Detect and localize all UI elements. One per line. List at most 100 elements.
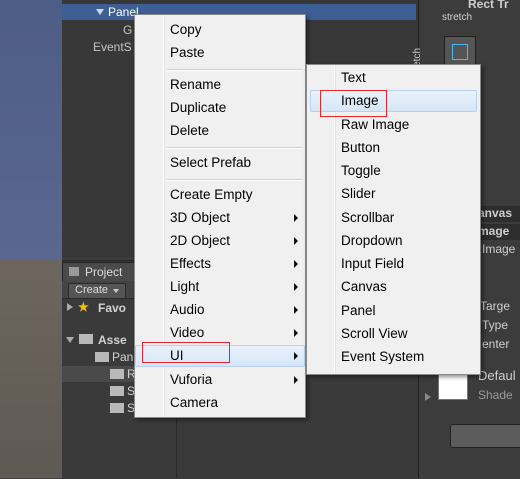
menu-item-label: Select Prefab	[170, 155, 252, 170]
annotation-box-ui	[142, 342, 230, 363]
submenu-item-label: Slider	[341, 186, 376, 201]
source-image-label: Image	[482, 242, 516, 256]
menu-item-delete[interactable]: Delete	[135, 120, 305, 142]
submenu-arrow-icon	[294, 237, 298, 245]
menu-item-label: Create Empty	[170, 187, 253, 202]
submenu-arrow-icon	[294, 260, 298, 268]
submenu-arrow-icon	[294, 306, 298, 314]
tab-project[interactable]: Project	[62, 262, 136, 281]
menu-item-vuforia[interactable]: Vuforia	[135, 369, 305, 391]
menu-item-label: Delete	[170, 123, 210, 138]
submenu-item-panel[interactable]: Panel	[307, 300, 480, 322]
scene-ground	[0, 260, 62, 478]
image-component-label: mage	[478, 224, 510, 238]
submenu-arrow-icon	[294, 214, 298, 222]
submenu-item-button[interactable]: Button	[307, 137, 480, 159]
submenu-item-scrollbar[interactable]: Scrollbar	[307, 207, 480, 229]
tab-project-label: Project	[85, 265, 123, 279]
image-type-label: Type	[482, 318, 509, 332]
fill-center-label: enter	[482, 337, 510, 351]
folder-icon	[110, 403, 124, 413]
submenu-arrow-icon	[294, 329, 298, 337]
hierarchy-item[interactable]: EventS	[93, 40, 132, 54]
menu-item-label: 2D Object	[170, 233, 231, 248]
submenu-item-slider[interactable]: Slider	[307, 183, 480, 205]
menu-item-rename[interactable]: Rename	[135, 74, 305, 96]
submenu-item-label: Event System	[341, 349, 425, 364]
menu-item-3d-object[interactable]: 3D Object	[135, 207, 305, 229]
anchor-icon	[452, 44, 468, 60]
material-name-label: Defaul	[478, 368, 516, 383]
menu-item-light[interactable]: Light	[135, 276, 305, 298]
folder-icon	[110, 386, 124, 396]
canvas-component-label: anvas	[478, 206, 513, 220]
menu-item-label: Camera	[170, 395, 219, 410]
shader-label: Shade	[478, 388, 513, 402]
submenu-item-dropdown[interactable]: Dropdown	[307, 230, 480, 252]
submenu-item-label: Input Field	[341, 256, 405, 271]
menu-separator	[167, 69, 303, 71]
scene-view[interactable]	[0, 0, 62, 478]
submenu-item-canvas[interactable]: Canvas	[307, 276, 480, 298]
material-preview[interactable]	[438, 372, 468, 400]
submenu-item-label: Scrollbar	[341, 210, 395, 225]
menu-item-camera[interactable]: Camera	[135, 392, 305, 414]
submenu-item-label: Text	[341, 70, 366, 85]
menu-item-label: Video	[170, 325, 205, 340]
submenu-arrow-icon	[294, 352, 298, 360]
menu-item-video[interactable]: Video	[135, 322, 305, 344]
menu-item-paste[interactable]: Paste	[135, 42, 305, 64]
menu-item-label: Effects	[170, 256, 212, 271]
submenu-item-label: Dropdown	[341, 233, 403, 248]
menu-item-label: Rename	[170, 77, 222, 92]
submenu-item-raw-image[interactable]: Raw Image	[307, 114, 480, 136]
submenu-arrow-icon	[294, 283, 298, 291]
submenu-item-label: Scroll View	[341, 326, 408, 341]
expand-arrow-icon[interactable]	[66, 337, 74, 343]
menu-item-2d-object[interactable]: 2D Object	[135, 230, 305, 252]
menu-item-copy[interactable]: Copy	[135, 19, 305, 41]
rect-transform-header[interactable]: Rect Tr	[468, 0, 509, 11]
menu-item-duplicate[interactable]: Duplicate	[135, 97, 305, 119]
menu-separator	[167, 179, 303, 181]
menu-item-label: Copy	[170, 22, 202, 37]
submenu-item-text[interactable]: Text	[307, 67, 480, 89]
create-dropdown-button[interactable]: Create	[68, 283, 126, 299]
folder-icon	[95, 352, 109, 362]
folder-icon	[79, 334, 93, 344]
menu-item-label: 3D Object	[170, 210, 231, 225]
submenu-item-label: Toggle	[341, 163, 381, 178]
scene-sky	[0, 0, 62, 260]
anchor-preset-label: stretch	[442, 12, 473, 23]
favorites-label[interactable]: Favo	[98, 301, 126, 315]
submenu-item-label: Button	[341, 140, 381, 155]
expand-arrow-icon[interactable]	[425, 393, 431, 401]
submenu-item-label: Panel	[341, 303, 376, 318]
menu-item-label: Vuforia	[170, 372, 213, 387]
folder-label[interactable]: Pan	[112, 350, 133, 364]
chevron-down-icon	[113, 289, 119, 293]
submenu-item-toggle[interactable]: Toggle	[307, 160, 480, 182]
project-tab-icon	[69, 267, 79, 276]
submenu-item-scroll-view[interactable]: Scroll View	[307, 323, 480, 345]
menu-item-label: Duplicate	[170, 100, 227, 115]
add-component-button[interactable]	[450, 424, 520, 448]
create-label: Create	[75, 284, 109, 296]
menu-item-effects[interactable]: Effects	[135, 253, 305, 275]
menu-item-label: Paste	[170, 45, 205, 60]
assets-label[interactable]: Asse	[98, 333, 127, 347]
menu-item-create-empty[interactable]: Create Empty	[135, 184, 305, 206]
submenu-item-label: Raw Image	[341, 117, 410, 132]
raycast-target-label: Targe	[480, 299, 511, 313]
star-icon: ★	[78, 300, 89, 314]
submenu-item-input-field[interactable]: Input Field	[307, 253, 480, 275]
menu-item-audio[interactable]: Audio	[135, 299, 305, 321]
menu-item-select-prefab[interactable]: Select Prefab	[135, 152, 305, 174]
menu-separator	[167, 147, 303, 149]
submenu-item-event-system[interactable]: Event System	[307, 346, 480, 368]
folder-icon	[110, 369, 124, 379]
submenu-item-label: Canvas	[341, 279, 387, 294]
expand-arrow-icon[interactable]	[96, 9, 104, 15]
hierarchy-item[interactable]: G	[123, 23, 132, 37]
expand-arrow-icon[interactable]	[67, 303, 73, 311]
